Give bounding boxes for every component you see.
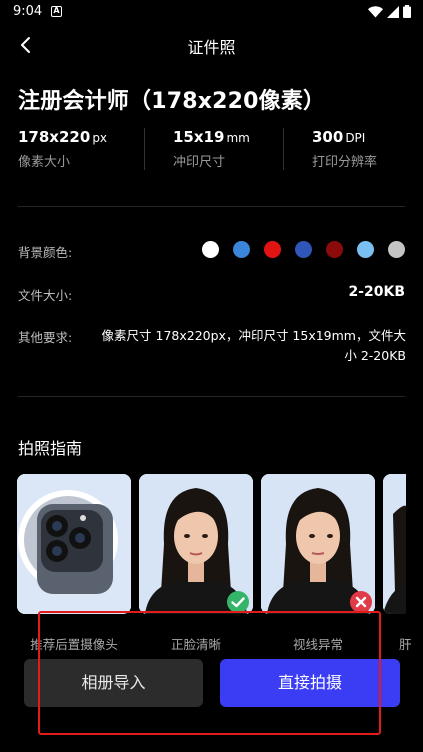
take-photo-button[interactable]: 直接拍摄 [220, 659, 400, 707]
portrait-example-image [383, 474, 406, 614]
stat-dpi: 300 DPI 打印分辨率 [312, 128, 377, 170]
bg-color-swatch[interactable] [233, 241, 250, 258]
album-import-button[interactable]: 相册导入 [24, 659, 203, 707]
stat-pixel-size: 178x220 px 像素大小 [18, 128, 107, 170]
file-size-label: 文件大小: [18, 288, 73, 303]
guide-card-label: 推荐后置摄像头 [30, 637, 118, 652]
guide-card-rear-camera[interactable] [17, 474, 131, 614]
cross-badge-icon [349, 590, 373, 614]
divider [144, 128, 145, 170]
bg-color-options [202, 241, 405, 258]
bg-color-swatch[interactable] [388, 241, 405, 258]
battery-icon [403, 5, 411, 18]
stat-unit: DPI [345, 131, 366, 145]
stat-value: 300 [312, 128, 344, 146]
guide-card-partial[interactable] [383, 474, 406, 614]
stat-unit: mm [226, 131, 250, 145]
header-title: 证件照 [187, 38, 236, 57]
guide-title: 拍照指南 [18, 439, 83, 458]
divider [18, 396, 405, 397]
other-req-value: 像素尺寸 178x220px，冲印尺寸 15x19mm，文件大小 2-20KB [101, 328, 406, 363]
guide-card-label: 视线异常 [292, 637, 343, 652]
signal-icon [387, 5, 399, 18]
bg-color-swatch[interactable] [202, 241, 219, 258]
bg-color-swatch[interactable] [264, 241, 281, 258]
bg-color-swatch[interactable] [326, 241, 343, 258]
stat-print-size: 15x19 mm 冲印尺寸 [173, 128, 250, 170]
divider [18, 206, 405, 207]
rear-camera-icon [17, 474, 131, 614]
file-size-value: 2-20KB [348, 284, 405, 300]
stat-value: 178x220 [18, 128, 91, 146]
stat-label: 冲印尺寸 [173, 155, 226, 170]
stat-unit: px [92, 131, 108, 145]
bg-color-swatch[interactable] [357, 241, 374, 258]
divider [283, 128, 284, 170]
stat-label: 打印分辨率 [312, 155, 378, 170]
stat-value: 15x19 [173, 128, 225, 146]
guide-card-label: 肝 [399, 637, 412, 652]
status-bar: 9:04 A [0, 0, 423, 24]
bg-color-label: 背景颜色: [18, 245, 73, 260]
check-badge-icon [226, 590, 250, 614]
stat-label: 像素大小 [18, 155, 71, 170]
notification-icon: A [51, 6, 62, 17]
bg-color-swatch[interactable] [295, 241, 312, 258]
system-icons [368, 5, 411, 18]
other-req-label: 其他要求: [18, 330, 73, 345]
status-time: 9:04 [13, 4, 43, 19]
wifi-icon [368, 5, 383, 18]
guide-card-label: 正脸清晰 [170, 637, 221, 652]
spec-title: 注册会计师（178x220像素） [18, 89, 326, 114]
